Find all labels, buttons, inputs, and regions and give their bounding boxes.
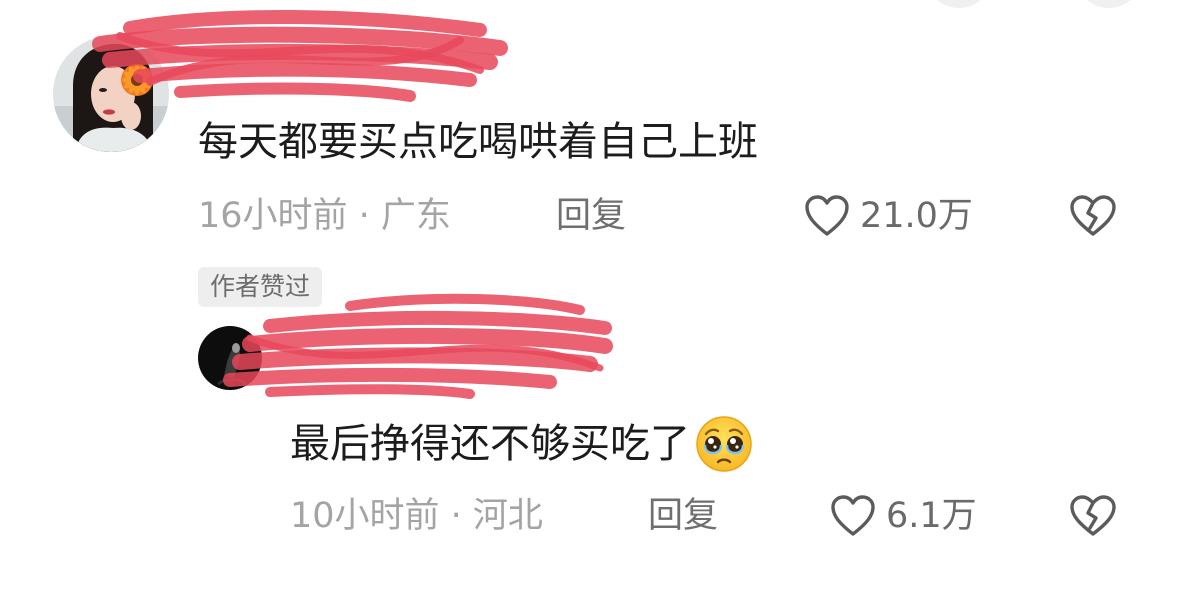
top-action-button[interactable] xyxy=(930,0,988,8)
redacted-username xyxy=(92,9,508,102)
pleading-face-emoji xyxy=(696,416,752,472)
like-count: 21.0万 xyxy=(860,196,973,236)
reply-time-location: 10小时前 · 河北 xyxy=(290,496,543,536)
top-action-button[interactable] xyxy=(1080,0,1138,8)
dislike-button[interactable] xyxy=(1068,494,1118,542)
heart-outline-icon xyxy=(805,195,849,236)
reply-text: 最后挣得还不够买吃了 xyxy=(290,414,754,474)
redacted-username xyxy=(223,293,613,399)
broken-heart-icon xyxy=(1070,195,1116,236)
reply-button[interactable]: 回复 xyxy=(648,494,718,538)
like-button[interactable]: 21.0万 xyxy=(804,194,973,238)
like-button[interactable]: 6.1万 xyxy=(830,494,977,538)
comment-text: 每天都要买点吃喝哄着自己上班 xyxy=(198,119,758,165)
reply-text-content: 最后挣得还不够买吃了 xyxy=(290,421,690,467)
dislike-button[interactable] xyxy=(1068,194,1118,242)
broken-heart-icon xyxy=(1070,495,1116,536)
comment-section: 每天都要买点吃喝哄着自己上班 16小时前 · 广东 回复 21.0万 作者赞过 xyxy=(0,0,1179,592)
like-count: 6.1万 xyxy=(886,496,977,536)
comment-time-location: 16小时前 · 广东 xyxy=(198,196,451,236)
reply-button[interactable]: 回复 xyxy=(556,194,626,238)
heart-outline-icon xyxy=(831,495,875,536)
